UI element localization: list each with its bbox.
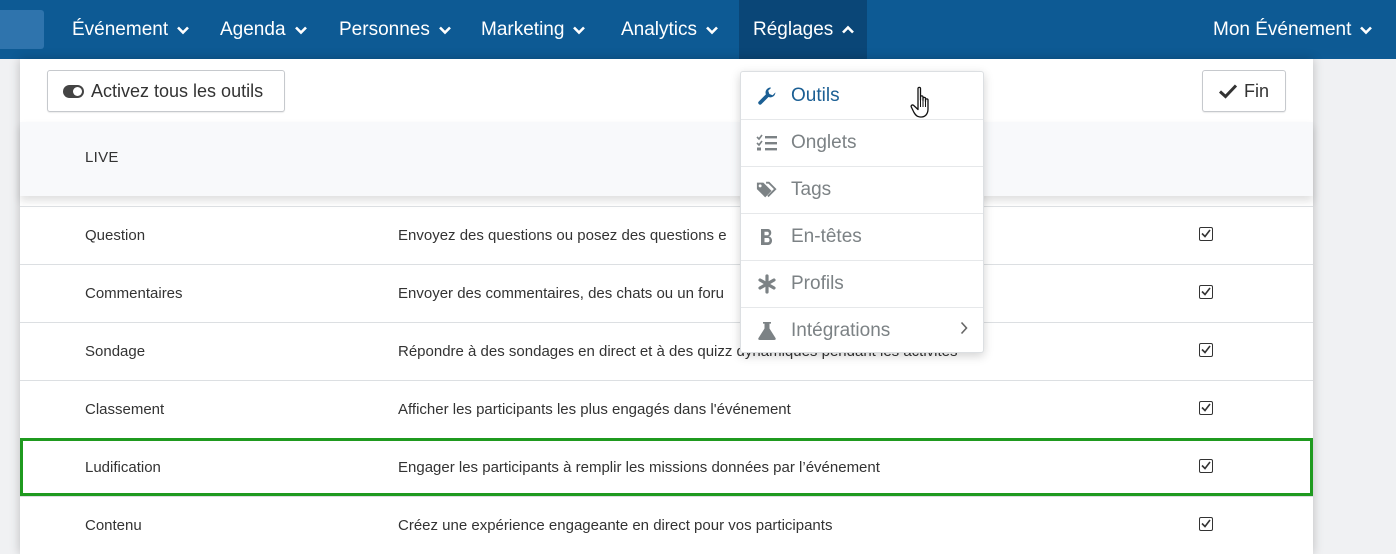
- chevron-up-icon: [841, 23, 855, 37]
- nav-item-label: Marketing: [481, 18, 565, 40]
- nav-right-label: Mon Événement: [1213, 18, 1352, 40]
- tools-panel: Activez tous les outils Fin LIVE Questio…: [20, 59, 1313, 554]
- wrench-icon: [756, 85, 778, 107]
- tool-description: Créez une expérience engageante en direc…: [398, 517, 833, 534]
- toggle-icon: [63, 84, 84, 98]
- tool-description: Engager les participants à remplir les m…: [398, 459, 880, 476]
- asterisk-icon: [756, 273, 778, 295]
- tool-description: Envoyer des commentaires, des chats ou u…: [398, 285, 725, 302]
- menu-item-label: Tags: [791, 179, 832, 200]
- nav-item-mon-evenement[interactable]: Mon Événement: [1199, 0, 1387, 59]
- done-button[interactable]: Fin: [1202, 70, 1286, 112]
- nav-item-personnes[interactable]: Personnes: [325, 0, 466, 59]
- tool-description: Envoyez des questions ou posez des quest…: [398, 227, 727, 244]
- table-row: Classement Afficher les participants les…: [20, 380, 1313, 438]
- table-row-highlighted: Ludification Engager les participants à …: [20, 438, 1313, 496]
- tool-checkbox[interactable]: [1199, 401, 1213, 415]
- tool-name: Ludification: [85, 459, 161, 476]
- table-row: Contenu Créez une expérience engageante …: [20, 496, 1313, 554]
- nav-item-label: Événement: [72, 18, 169, 40]
- table-row: Question Envoyez des questions ou posez …: [20, 206, 1313, 264]
- tool-name: Classement: [85, 401, 165, 418]
- chevron-down-icon: [572, 23, 586, 37]
- menu-item-profils[interactable]: Profils: [741, 260, 983, 307]
- tool-checkbox[interactable]: [1199, 285, 1213, 299]
- bold-icon: [756, 226, 778, 248]
- section-header: LIVE: [20, 122, 1313, 196]
- tags-icon: [756, 179, 778, 201]
- chevron-down-icon: [1359, 23, 1373, 37]
- menu-item-tags[interactable]: Tags: [741, 166, 983, 213]
- tool-name: Question: [85, 227, 146, 244]
- nav-item-reglages[interactable]: Réglages: [739, 0, 867, 59]
- chevron-down-icon: [438, 23, 452, 37]
- settings-dropdown-menu: Outils Onglets Tags En-têtes Profils Int…: [740, 71, 984, 353]
- menu-item-integrations[interactable]: Intégrations: [741, 307, 983, 354]
- activate-all-tools-button[interactable]: Activez tous les outils: [47, 70, 285, 112]
- nav-item-evenement[interactable]: Événement: [58, 0, 204, 59]
- chevron-down-icon: [294, 23, 308, 37]
- nav-item-label: Analytics: [621, 18, 698, 40]
- menu-item-label: En-têtes: [791, 226, 862, 247]
- chevron-right-icon: [960, 321, 968, 340]
- top-nav: Événement Agenda Personnes Marketing Ana…: [0, 0, 1396, 59]
- menu-item-outils[interactable]: Outils: [741, 72, 983, 119]
- menu-item-en-tetes[interactable]: En-têtes: [741, 213, 983, 260]
- activate-all-label: Activez tous les outils: [91, 80, 264, 101]
- tool-name: Contenu: [85, 517, 142, 534]
- chevron-down-icon: [705, 23, 719, 37]
- nav-item-label: Agenda: [220, 18, 286, 40]
- tool-checkbox[interactable]: [1199, 227, 1213, 241]
- table-row: Commentaires Envoyer des commentaires, d…: [20, 264, 1313, 322]
- flask-icon: [756, 320, 778, 342]
- nav-item-agenda[interactable]: Agenda: [206, 0, 322, 59]
- nav-item-label: Réglages: [753, 18, 834, 40]
- done-label: Fin: [1244, 80, 1270, 101]
- chevron-down-icon: [176, 23, 190, 37]
- tool-checkbox[interactable]: [1199, 343, 1213, 357]
- table-row: Sondage Répondre à des sondages en direc…: [20, 322, 1313, 380]
- section-title: LIVE: [85, 149, 119, 166]
- menu-item-label: Outils: [791, 84, 840, 106]
- menu-item-onglets[interactable]: Onglets: [741, 119, 983, 166]
- hand-cursor-icon: [910, 86, 938, 125]
- menu-item-label: Intégrations: [791, 320, 891, 341]
- tool-description: Afficher les participants les plus engag…: [398, 401, 791, 418]
- tool-checkbox[interactable]: [1199, 517, 1213, 531]
- tool-name: Commentaires: [85, 285, 183, 302]
- check-icon: [1218, 83, 1238, 99]
- menu-item-label: Profils: [791, 273, 844, 294]
- menu-item-label: Onglets: [791, 132, 857, 153]
- tool-checkbox[interactable]: [1199, 459, 1213, 473]
- checklist-icon: [756, 132, 778, 154]
- tool-name: Sondage: [85, 343, 146, 360]
- nav-item-label: Personnes: [339, 18, 430, 40]
- app-logo[interactable]: [0, 10, 44, 49]
- nav-item-analytics[interactable]: Analytics: [607, 0, 733, 59]
- nav-item-marketing[interactable]: Marketing: [467, 0, 600, 59]
